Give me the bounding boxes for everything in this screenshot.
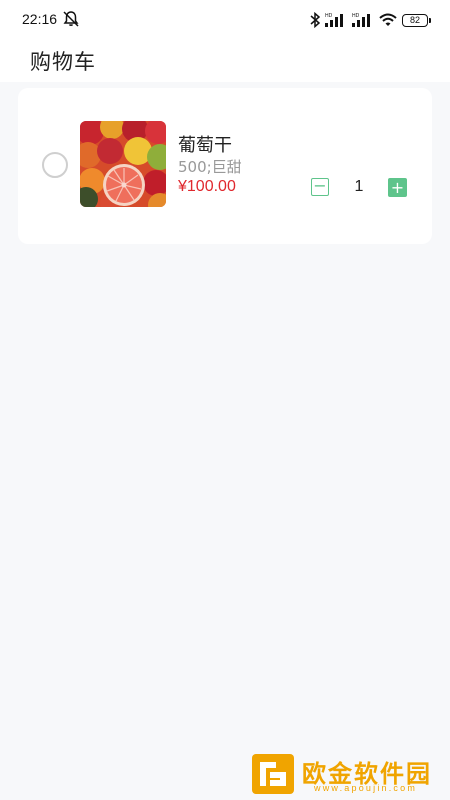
notification-muted-icon <box>62 10 80 28</box>
status-time: 22:16 <box>22 11 58 27</box>
select-checkbox[interactable] <box>42 152 68 178</box>
status-bar: 22:16 HD HD 82 <box>0 0 450 40</box>
watermark: 欧金软件园 www.apoujin.com <box>250 752 446 796</box>
page-title: 购物车 <box>30 50 96 74</box>
hd-signal-icon: HD <box>325 12 347 28</box>
header: 购物车 <box>0 40 450 82</box>
product-spec: 500;巨甜 <box>178 158 242 176</box>
svg-text:HD: HD <box>325 13 333 19</box>
watermark-url: www.apoujin.com <box>314 783 418 793</box>
status-icons: HD HD 82 <box>310 11 431 29</box>
product-price: ¥100.00 <box>178 178 236 195</box>
wifi-icon <box>379 13 397 27</box>
watermark-logo-icon <box>250 752 296 796</box>
quantity-increase-button[interactable]: + <box>388 178 407 197</box>
battery-icon: 82 <box>402 13 431 27</box>
svg-text:HD: HD <box>352 13 360 19</box>
hd-signal-icon: HD <box>352 12 374 28</box>
quantity-decrease-button[interactable]: − <box>311 178 329 196</box>
quantity-value: 1 <box>354 178 364 195</box>
bluetooth-icon <box>310 12 320 28</box>
cart-item-card: 葡萄干 500;巨甜 ¥100.00 − 1 + <box>18 88 432 244</box>
fruit-image[interactable] <box>80 121 166 207</box>
product-name[interactable]: 葡萄干 <box>178 131 232 157</box>
